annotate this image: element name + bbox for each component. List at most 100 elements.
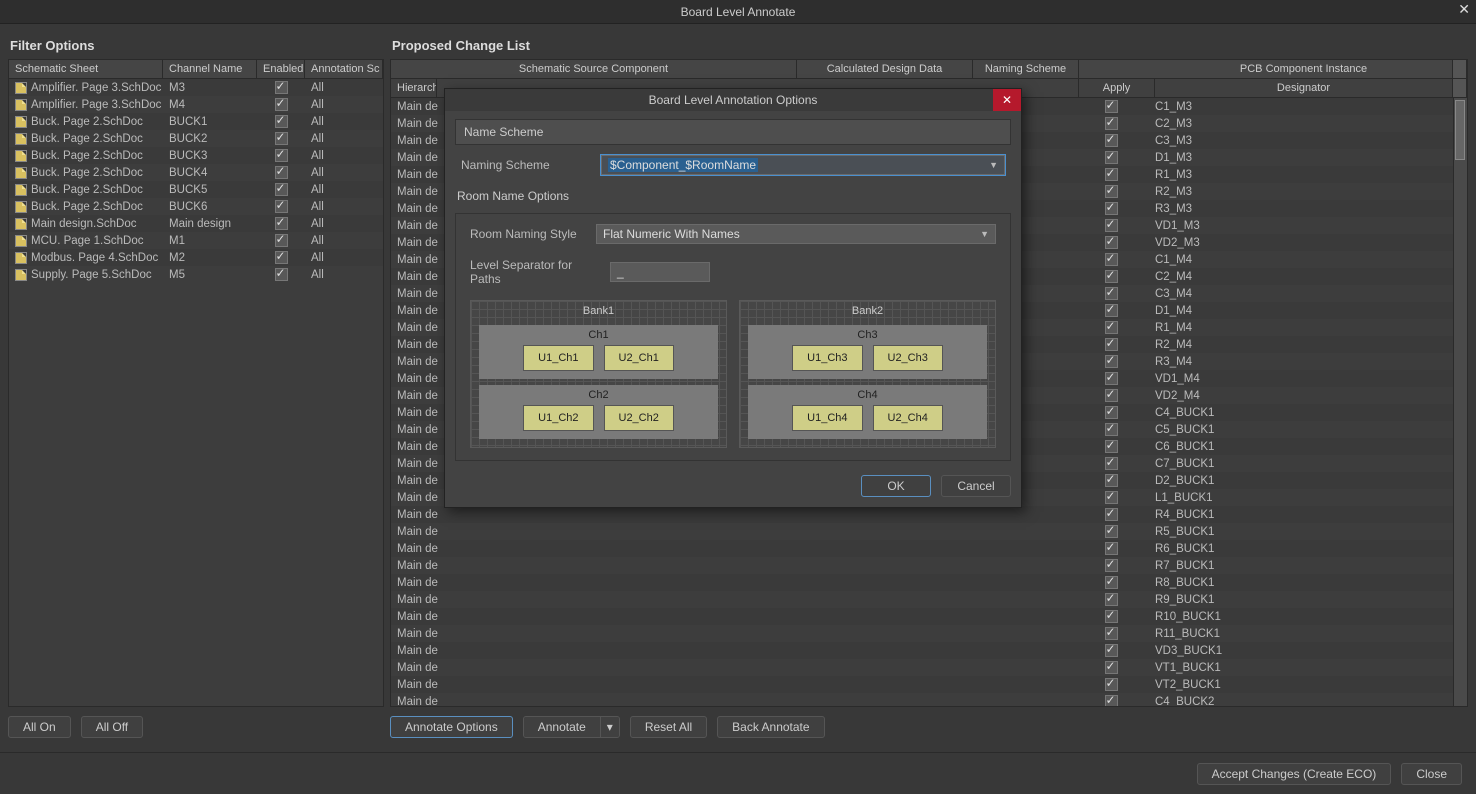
filter-row[interactable]: Buck. Page 2.SchDocBUCK3All [9, 147, 383, 164]
enabled-checkbox[interactable] [275, 132, 288, 145]
filter-row[interactable]: Main design.SchDocMain designAll [9, 215, 383, 232]
scrollbar[interactable] [1453, 98, 1467, 706]
apply-checkbox[interactable] [1105, 202, 1118, 215]
designator-row[interactable]: D2_BUCK1 [1073, 472, 1453, 489]
col-designator[interactable]: Designator [1155, 79, 1453, 97]
apply-checkbox[interactable] [1105, 372, 1118, 385]
apply-checkbox[interactable] [1105, 389, 1118, 402]
enabled-checkbox[interactable] [275, 234, 288, 247]
col-enabled[interactable]: Enabled [257, 60, 305, 78]
change-row[interactable]: Main de [391, 676, 1073, 693]
annotate-options-button[interactable]: Annotate Options [390, 716, 513, 738]
apply-checkbox[interactable] [1105, 678, 1118, 691]
apply-checkbox[interactable] [1105, 321, 1118, 334]
col-apply[interactable]: Apply [1079, 79, 1155, 97]
enabled-checkbox[interactable] [275, 217, 288, 230]
apply-checkbox[interactable] [1105, 508, 1118, 521]
change-row[interactable]: Main de [391, 659, 1073, 676]
change-row[interactable]: Main de [391, 625, 1073, 642]
enabled-checkbox[interactable] [275, 115, 288, 128]
col-annotation-sc[interactable]: Annotation Sc [305, 60, 383, 78]
close-icon[interactable]: ✕ [1458, 2, 1470, 16]
apply-checkbox[interactable] [1105, 576, 1118, 589]
enabled-checkbox[interactable] [275, 251, 288, 264]
designator-row[interactable]: R2_M3 [1073, 183, 1453, 200]
filter-row[interactable]: Buck. Page 2.SchDocBUCK4All [9, 164, 383, 181]
designator-row[interactable]: R5_BUCK1 [1073, 523, 1453, 540]
apply-checkbox[interactable] [1105, 304, 1118, 317]
designator-row[interactable]: C7_BUCK1 [1073, 455, 1453, 472]
apply-checkbox[interactable] [1105, 236, 1118, 249]
designator-row[interactable]: C1_M4 [1073, 251, 1453, 268]
filter-row[interactable]: Buck. Page 2.SchDocBUCK2All [9, 130, 383, 147]
accept-changes-button[interactable]: Accept Changes (Create ECO) [1197, 763, 1392, 785]
naming-scheme-select[interactable]: $Component_$RoomName ▼ [601, 155, 1005, 175]
scrollbar-thumb[interactable] [1455, 100, 1465, 160]
designator-row[interactable]: L1_BUCK1 [1073, 489, 1453, 506]
filter-row[interactable]: Buck. Page 2.SchDocBUCK5All [9, 181, 383, 198]
designator-row[interactable]: VD1_M4 [1073, 370, 1453, 387]
change-row[interactable]: Main de [391, 693, 1073, 706]
col-schematic-source[interactable]: Schematic Source Component [391, 60, 797, 78]
designator-row[interactable]: C3_M3 [1073, 132, 1453, 149]
change-row[interactable]: Main de [391, 557, 1073, 574]
enabled-checkbox[interactable] [275, 166, 288, 179]
change-row[interactable]: Main de [391, 506, 1073, 523]
apply-checkbox[interactable] [1105, 661, 1118, 674]
enabled-checkbox[interactable] [275, 98, 288, 111]
apply-checkbox[interactable] [1105, 593, 1118, 606]
reset-all-button[interactable]: Reset All [630, 716, 707, 738]
designator-row[interactable]: C6_BUCK1 [1073, 438, 1453, 455]
designator-row[interactable]: D1_M3 [1073, 149, 1453, 166]
enabled-checkbox[interactable] [275, 268, 288, 281]
col-schematic-sheet[interactable]: Schematic Sheet [9, 60, 163, 78]
change-row[interactable]: Main de [391, 642, 1073, 659]
apply-checkbox[interactable] [1105, 644, 1118, 657]
apply-checkbox[interactable] [1105, 525, 1118, 538]
designator-row[interactable]: C2_M3 [1073, 115, 1453, 132]
filter-row[interactable]: Buck. Page 2.SchDocBUCK1All [9, 113, 383, 130]
col-naming-scheme[interactable]: Naming Scheme [973, 60, 1079, 78]
all-on-button[interactable]: All On [8, 716, 71, 738]
designator-row[interactable]: VD2_M4 [1073, 387, 1453, 404]
designator-row[interactable]: VT1_BUCK1 [1073, 659, 1453, 676]
annotate-dropdown-button[interactable]: ▾ [600, 717, 619, 737]
apply-checkbox[interactable] [1105, 406, 1118, 419]
designator-row[interactable]: R6_BUCK1 [1073, 540, 1453, 557]
designator-row[interactable]: R9_BUCK1 [1073, 591, 1453, 608]
designator-row[interactable]: VD1_M3 [1073, 217, 1453, 234]
filter-row[interactable]: Modbus. Page 4.SchDocM2All [9, 249, 383, 266]
enabled-checkbox[interactable] [275, 183, 288, 196]
enabled-checkbox[interactable] [275, 81, 288, 94]
apply-checkbox[interactable] [1105, 474, 1118, 487]
designator-row[interactable]: R8_BUCK1 [1073, 574, 1453, 591]
designator-row[interactable]: R11_BUCK1 [1073, 625, 1453, 642]
designator-row[interactable]: C5_BUCK1 [1073, 421, 1453, 438]
change-row[interactable]: Main de [391, 591, 1073, 608]
apply-checkbox[interactable] [1105, 219, 1118, 232]
room-naming-style-select[interactable]: Flat Numeric With Names ▼ [596, 224, 996, 244]
designator-row[interactable]: VD2_M3 [1073, 234, 1453, 251]
apply-checkbox[interactable] [1105, 185, 1118, 198]
designator-row[interactable]: R1_M3 [1073, 166, 1453, 183]
apply-checkbox[interactable] [1105, 491, 1118, 504]
apply-checkbox[interactable] [1105, 440, 1118, 453]
enabled-checkbox[interactable] [275, 149, 288, 162]
apply-checkbox[interactable] [1105, 151, 1118, 164]
apply-checkbox[interactable] [1105, 134, 1118, 147]
designator-row[interactable]: VT2_BUCK1 [1073, 676, 1453, 693]
apply-checkbox[interactable] [1105, 100, 1118, 113]
designator-row[interactable]: C4_BUCK1 [1073, 404, 1453, 421]
apply-checkbox[interactable] [1105, 253, 1118, 266]
filter-row[interactable]: Amplifier. Page 3.SchDocM3All [9, 79, 383, 96]
apply-checkbox[interactable] [1105, 287, 1118, 300]
col-hierarchy[interactable]: Hierarch [391, 79, 437, 97]
apply-checkbox[interactable] [1105, 270, 1118, 283]
designator-row[interactable]: R10_BUCK1 [1073, 608, 1453, 625]
designator-row[interactable]: R3_M4 [1073, 353, 1453, 370]
filter-row[interactable]: Buck. Page 2.SchDocBUCK6All [9, 198, 383, 215]
col-channel-name[interactable]: Channel Name [163, 60, 257, 78]
filter-row[interactable]: MCU. Page 1.SchDocM1All [9, 232, 383, 249]
apply-checkbox[interactable] [1105, 355, 1118, 368]
change-row[interactable]: Main de [391, 608, 1073, 625]
